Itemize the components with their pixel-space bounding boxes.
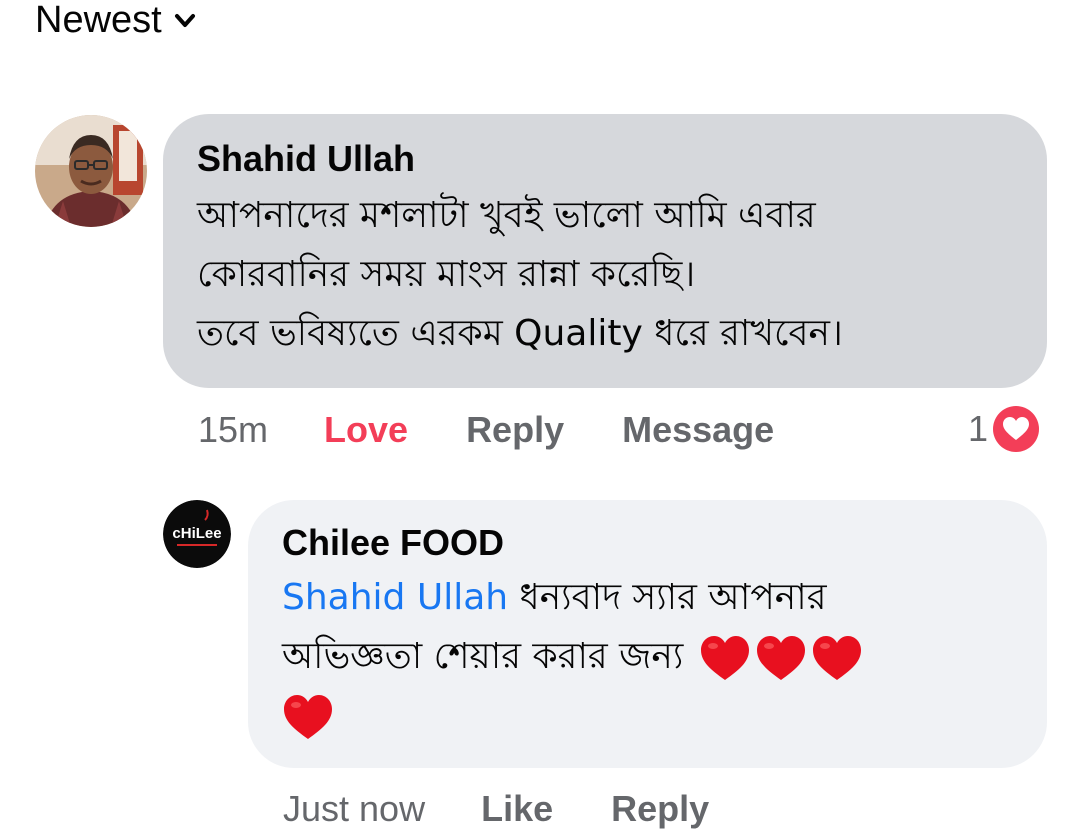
chilee-logo-text: cHiLee [172, 525, 221, 542]
reaction-summary[interactable]: 1 [968, 405, 1040, 453]
reply-timestamp[interactable]: Just now [283, 787, 425, 831]
heart-emoji-icon [755, 634, 807, 682]
chevron-down-icon [174, 14, 195, 27]
reply-actions: Just now Like Reply [283, 787, 767, 831]
reply-line: অভিজ্ঞতা শেয়ার করার জন্য [282, 627, 1013, 686]
heart-emoji-icon [699, 634, 751, 682]
love-button[interactable]: Love [324, 408, 408, 452]
reply-text: Shahid Ullah ধন্যবাদ স্যার আপনার অভিজ্ঞত… [282, 568, 1013, 745]
sort-label: Newest [35, 0, 162, 41]
comment-text: আপনাদের মশলাটা খুবই ভালো আমি এবার কোরবান… [197, 186, 1013, 363]
mention-link[interactable]: Shahid Ullah [282, 577, 508, 618]
comment-actions: 15m Love Reply Message [198, 408, 832, 452]
sort-dropdown[interactable]: Newest [35, 0, 196, 40]
reply-line: Shahid Ullah ধন্যবাদ স্যার আপনার [282, 568, 1013, 627]
comment-line: আপনাদের মশলাটা খুবই ভালো আমি এবার [197, 195, 816, 236]
avatar-chilee-food[interactable]: cHiLee [163, 500, 231, 568]
message-button[interactable]: Message [622, 408, 774, 452]
like-button[interactable]: Like [481, 787, 553, 831]
comment-author[interactable]: Shahid Ullah [197, 138, 1013, 180]
hearts-next-line [282, 693, 334, 741]
heart-emoji-icon [282, 693, 334, 741]
comment-timestamp[interactable]: 15m [198, 408, 268, 452]
reply-button[interactable]: Reply [466, 408, 564, 452]
comment-line: কোরবানির সময় মাংস রান্না করেছি। [197, 254, 696, 295]
reaction-count: 1 [968, 408, 989, 449]
hearts-inline [699, 634, 863, 682]
reply-line [282, 686, 1013, 745]
heart-reaction-icon [993, 406, 1040, 452]
comment-line: তবে ভবিষ্যতে এরকম Quality ধরে রাখবেন। [197, 313, 843, 354]
reply-text-rest: ধন্যবাদ স্যার আপনার [508, 577, 827, 618]
avatar-shahid-ullah[interactable] [35, 115, 147, 227]
comment-bubble: Shahid Ullah আপনাদের মশলাটা খুবই ভালো আম… [163, 114, 1047, 388]
heart-emoji-icon [811, 634, 863, 682]
reply-bubble: Chilee FOOD Shahid Ullah ধন্যবাদ স্যার আ… [248, 500, 1047, 768]
reply-button[interactable]: Reply [611, 787, 709, 831]
reply-author[interactable]: Chilee FOOD [282, 522, 1013, 564]
reply-text-line2: অভিজ্ঞতা শেয়ার করার জন্য [282, 636, 695, 677]
